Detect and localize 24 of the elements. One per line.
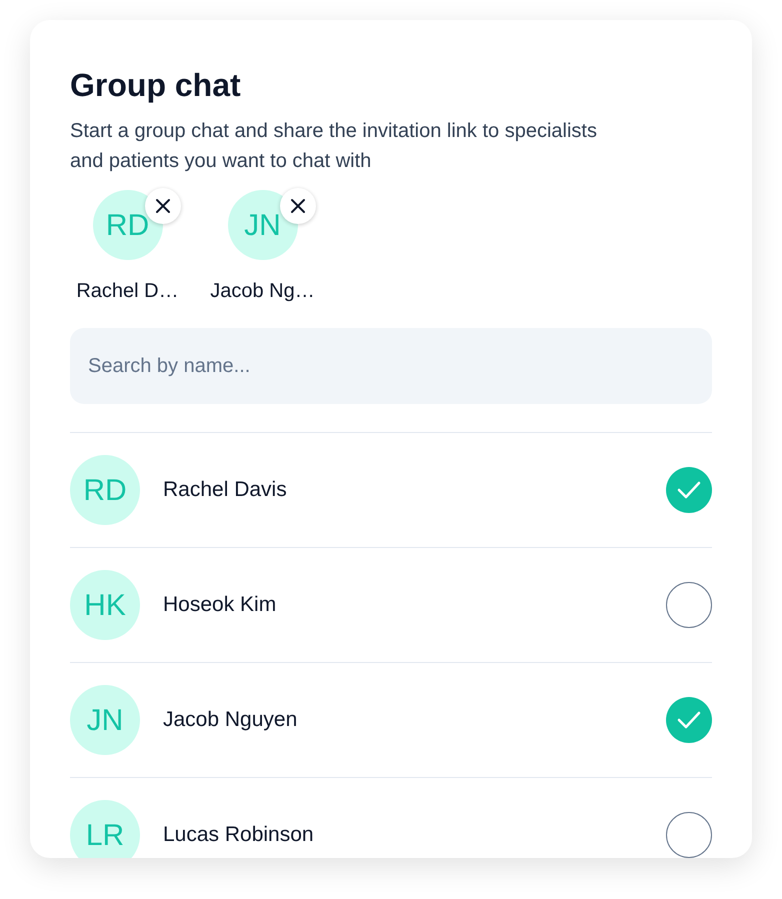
check-icon — [677, 481, 701, 499]
contact-name: Hoseok Kim — [163, 592, 278, 618]
dialog-subtitle: Start a group chat and share the invitation link to specialists and patients you want to chat with — [70, 119, 598, 174]
checkbox[interactable] — [666, 582, 712, 628]
avatar: RD — [92, 190, 162, 260]
contact-name: Rachel Davis — [163, 477, 288, 504]
contact-name: Lucas Robinson — [163, 822, 315, 848]
checkbox[interactable] — [666, 467, 712, 513]
avatar: LR — [70, 800, 140, 858]
close-icon — [154, 198, 170, 214]
check-icon — [677, 711, 701, 729]
person-name: Jacob Ng… — [210, 279, 315, 304]
contact-name: Jacob Nguyen — [163, 707, 298, 734]
checkbox[interactable] — [666, 697, 712, 743]
checkbox[interactable] — [666, 812, 712, 858]
avatar: JN — [228, 190, 298, 260]
dialog-title: Group chat — [70, 66, 242, 105]
avatar: RD — [70, 455, 140, 525]
remove-button[interactable] — [280, 188, 316, 224]
avatar: JN — [70, 685, 140, 755]
search-field[interactable]: Search by name... — [70, 328, 712, 404]
close-icon — [290, 198, 306, 214]
person-name: Rachel D… — [76, 279, 179, 304]
avatar: HK — [70, 570, 140, 640]
